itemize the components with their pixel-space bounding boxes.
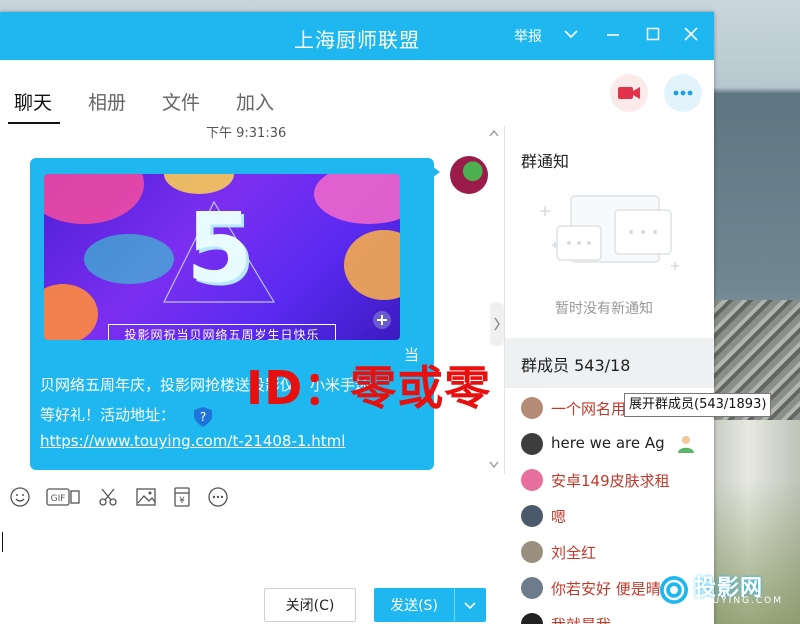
members-header[interactable]: 群成员 543/18 (505, 338, 714, 388)
chevron-down-icon[interactable] (562, 26, 580, 44)
side-panel: 群通知 暂时没有新通知 群成员 543/18 一个网名用 here we are… (505, 126, 714, 624)
avatar (521, 613, 543, 624)
tab-chat[interactable]: 聊天 (14, 88, 52, 115)
tab-bar: 聊天 相册 文件 加入 (0, 60, 714, 127)
close-button[interactable]: 关闭(C) (264, 588, 356, 622)
message-text-line-3: 等好礼！活动地址： (40, 406, 176, 424)
watermark-text: ID：零或零 (246, 361, 492, 415)
members-tooltip: 展开群成员(543/1893) (624, 393, 772, 417)
red-packet-icon[interactable]: ¥ (170, 486, 194, 510)
group-notice-title: 群通知 (521, 152, 570, 171)
scissors-icon[interactable] (96, 486, 120, 510)
avatar (521, 577, 543, 599)
input-toolbar: GIF ¥ (0, 486, 504, 520)
chevron-down-icon (464, 602, 476, 610)
members-count: 群成员 543/18 (521, 356, 631, 375)
member-name: 刘全红 (551, 544, 597, 562)
more-options-button[interactable] (664, 74, 702, 112)
gif-icon[interactable]: GIF (46, 486, 80, 510)
banner-caption: 投影网祝当贝网络五周岁生日快乐 (108, 324, 336, 340)
avatar (521, 397, 543, 419)
member-item[interactable]: 刘全红 (505, 534, 714, 570)
shield-question-icon[interactable]: ? (192, 406, 214, 428)
member-name: here we are Ag (551, 434, 665, 452)
site-logo-domain: TOUYING.COM (696, 596, 784, 606)
empty-notice-illustration (540, 195, 679, 270)
zoom-in-icon[interactable] (372, 310, 392, 330)
close-icon[interactable] (682, 26, 700, 44)
svg-text:¥: ¥ (179, 496, 185, 506)
member-item[interactable]: 嗯 (505, 498, 714, 534)
svg-text:GIF: GIF (51, 494, 66, 504)
tab-join[interactable]: 加入 (236, 88, 274, 115)
member-name: 我就是我 (551, 614, 611, 624)
notice-empty-text: 暂时没有新通知 (555, 301, 653, 317)
message-link[interactable]: https://www.touying.com/t-21408-1.html (40, 432, 345, 450)
video-call-button[interactable] (610, 74, 648, 112)
member-name: 安卓149皮肤求租 (551, 472, 670, 490)
avatar (521, 433, 543, 455)
avatar (521, 541, 543, 563)
tab-files[interactable]: 文件 (162, 88, 200, 115)
more-icon[interactable] (206, 486, 230, 510)
report-link[interactable]: 举报 (514, 26, 542, 46)
bubble-tail (432, 166, 440, 178)
scroll-up-icon[interactable] (488, 128, 500, 138)
tab-album[interactable]: 相册 (88, 88, 126, 115)
member-name: 一个网名用 (551, 400, 627, 418)
title-bar[interactable]: 上海厨师联盟 举报 (0, 12, 714, 60)
member-item[interactable]: 安卓149皮肤求租 (505, 462, 714, 498)
emoji-icon[interactable] (8, 486, 32, 510)
svg-text:?: ? (200, 410, 206, 424)
image-icon[interactable] (134, 486, 158, 510)
collapse-panel-handle[interactable] (490, 302, 504, 346)
site-logo: 投影网 TOUYING.COM (656, 570, 790, 610)
member-item[interactable]: here we are Ag (505, 426, 714, 462)
chat-window: 上海厨师联盟 举报 聊天 相册 文件 加入 下午 9:31:36 5 投影网祝当… (0, 12, 714, 624)
active-tab-underline (8, 122, 60, 124)
avatar (521, 469, 543, 491)
maximize-icon[interactable] (644, 26, 662, 44)
message-timestamp: 下午 9:31:36 (206, 126, 287, 141)
user-icon (678, 436, 694, 453)
scroll-down-icon[interactable] (488, 460, 500, 470)
big-five-graphic: 5 (186, 192, 253, 304)
sender-avatar[interactable] (450, 156, 488, 194)
send-button[interactable]: 发送(S) (374, 588, 454, 622)
chat-messages[interactable]: 下午 9:31:36 5 投影网祝当贝网络五周岁生日快乐 当 贝网络五周年庆，投… (0, 126, 505, 474)
send-options-button[interactable] (454, 588, 486, 622)
ellipsis-icon (673, 90, 693, 96)
video-camera-icon (618, 87, 640, 99)
avatar (521, 505, 543, 527)
banner-image[interactable]: 5 投影网祝当贝网络五周岁生日快乐 (44, 174, 400, 340)
member-name: 你若安好 便是晴天 (551, 580, 671, 598)
member-name: 嗯 (551, 508, 567, 526)
text-caret (2, 532, 3, 552)
minimize-icon[interactable] (604, 26, 622, 44)
message-input[interactable] (0, 520, 504, 598)
